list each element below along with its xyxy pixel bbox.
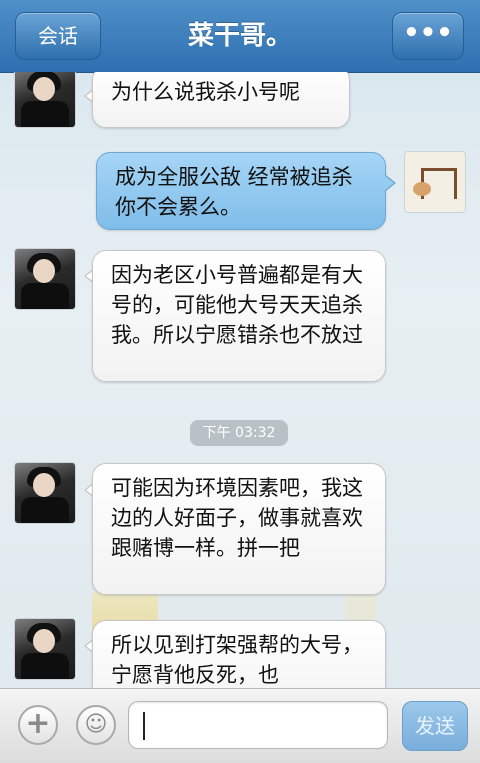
message-input[interactable]	[128, 701, 388, 749]
message-bubble-received[interactable]: 为什么说我杀小号呢	[92, 72, 350, 128]
chat-area[interactable]: 为什么说我杀小号呢 成为全服公敌 经常被追杀 你不会累么。 因为老区小号普遍都是…	[0, 72, 480, 688]
more-dots-icon: •••	[403, 18, 453, 48]
message-timestamp: 下午 03:32	[190, 420, 288, 446]
page-title: 菜干哥。	[187, 21, 292, 51]
plus-icon[interactable]: +	[18, 705, 58, 745]
message-text: 可能因为环境因素吧，我这边的人好面子，做事就喜欢跟赌博一样。拼一把	[111, 476, 363, 560]
contact-avatar[interactable]	[14, 248, 76, 310]
contact-avatar[interactable]	[14, 72, 76, 128]
message-text: 因为老区小号普遍都是有大号的，可能他大号天天追杀我。所以宁愿错杀也不放过	[111, 263, 363, 347]
contact-avatar[interactable]	[14, 618, 76, 680]
message-bubble-sent[interactable]: 成为全服公敌 经常被追杀 你不会累么。	[96, 152, 386, 230]
smiley-icon[interactable]: ☺	[76, 705, 116, 745]
more-options-button[interactable]: •••	[392, 12, 464, 60]
top-navigation-bar: 会话 菜干哥。 •••	[0, 0, 480, 73]
send-button[interactable]: 发送	[402, 701, 468, 751]
input-bar: + ☺ 发送	[0, 688, 480, 763]
bubble-tail	[385, 175, 396, 191]
message-text: 所以见到打架强帮的大号，宁愿背他反死，也	[111, 633, 363, 687]
message-text: 为什么说我杀小号呢	[111, 80, 300, 104]
message-text: 成为全服公敌 经常被追杀 你不会累么。	[115, 165, 353, 219]
message-bubble-received[interactable]: 所以见到打架强帮的大号，宁愿背他反死，也	[92, 620, 386, 688]
message-bubble-received[interactable]: 可能因为环境因素吧，我这边的人好面子，做事就喜欢跟赌博一样。拼一把	[92, 463, 386, 595]
my-avatar[interactable]	[404, 151, 466, 213]
contact-avatar[interactable]	[14, 462, 76, 524]
back-button[interactable]: 会话	[15, 12, 101, 60]
text-caret	[143, 712, 145, 740]
message-bubble-received[interactable]: 因为老区小号普遍都是有大号的，可能他大号天天追杀我。所以宁愿错杀也不放过	[92, 250, 386, 382]
